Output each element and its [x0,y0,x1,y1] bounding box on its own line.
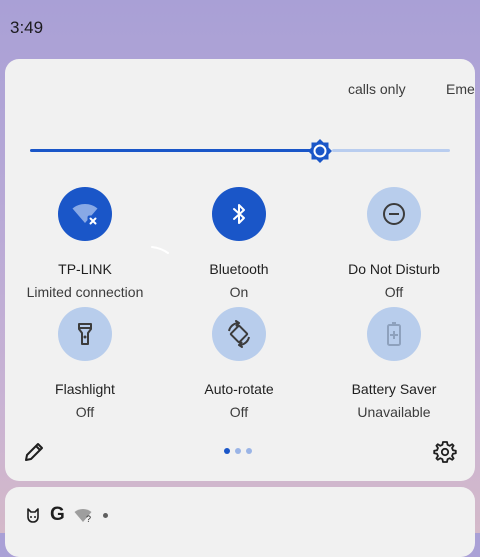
tile-bluetooth-status: On [229,284,249,300]
flashlight-icon [78,323,92,345]
notification-panel[interactable]: G ? [5,487,475,557]
auto-rotate-icon [228,320,250,348]
dnd-chip-emergency[interactable]: Eme [446,81,475,97]
tile-bluetooth-button[interactable] [212,187,266,241]
dnd-chip-calls-only[interactable]: calls only [348,81,406,97]
google-g-icon: G [50,504,65,525]
tile-battery-saver-button[interactable] [367,307,421,361]
tile-flashlight-button[interactable] [58,307,112,361]
tile-flashlight-label: Flashlight [55,381,115,397]
tile-do-not-disturb[interactable]: Do Not Disturb Off [319,187,469,300]
brightness-slider-active-track[interactable] [30,149,320,152]
notification-icon-row: G ? [25,504,108,525]
tile-bluetooth-label: Bluetooth [209,261,269,277]
status-bar-time: 3:49 [10,18,44,37]
tile-wifi-status: Limited connection [26,284,144,300]
tile-wifi-button[interactable] [58,187,112,241]
tile-dnd-status: Off [384,284,404,300]
bluetooth-icon [233,204,245,224]
tile-battery-saver[interactable]: Battery Saver Unavailable [319,307,469,420]
page-dot-2[interactable] [235,448,241,454]
brightness-slider-thumb[interactable] [307,138,333,164]
tile-dnd-label: Do Not Disturb [348,261,440,277]
svg-text:?: ? [86,514,91,523]
swipe-trace-icon [151,246,169,254]
more-dot-icon [102,512,108,518]
pencil-icon[interactable] [22,440,46,464]
gear-icon[interactable] [433,440,457,464]
brightness-slider-track[interactable] [331,149,450,152]
tile-wifi-label: TP-LINK [58,261,112,277]
cat-face-icon [27,508,39,523]
tile-wifi[interactable]: TP-LINK Limited connection [10,187,160,300]
page-indicator [224,448,252,454]
quick-settings-panel: calls only Eme TP-LINK Limited connectio… [5,59,475,481]
tile-auto-rotate-button[interactable] [212,307,266,361]
tile-auto-rotate[interactable]: Auto-rotate Off [164,307,314,420]
page-dot-1[interactable] [224,448,230,454]
tile-auto-rotate-status: Off [229,404,249,420]
tile-flashlight[interactable]: Flashlight Off [10,307,160,420]
do-not-disturb-icon [383,203,405,225]
tile-auto-rotate-label: Auto-rotate [204,381,274,397]
tile-battery-saver-label: Battery Saver [351,381,437,397]
tile-bluetooth[interactable]: Bluetooth On [164,187,314,300]
battery-saver-icon [387,322,401,346]
tile-flashlight-status: Off [75,404,95,420]
wifi-question-icon: ? [74,509,92,523]
tile-dnd-button[interactable] [367,187,421,241]
page-dot-3[interactable] [246,448,252,454]
wifi-limited-icon [72,204,99,227]
tile-battery-saver-status: Unavailable [357,404,431,420]
